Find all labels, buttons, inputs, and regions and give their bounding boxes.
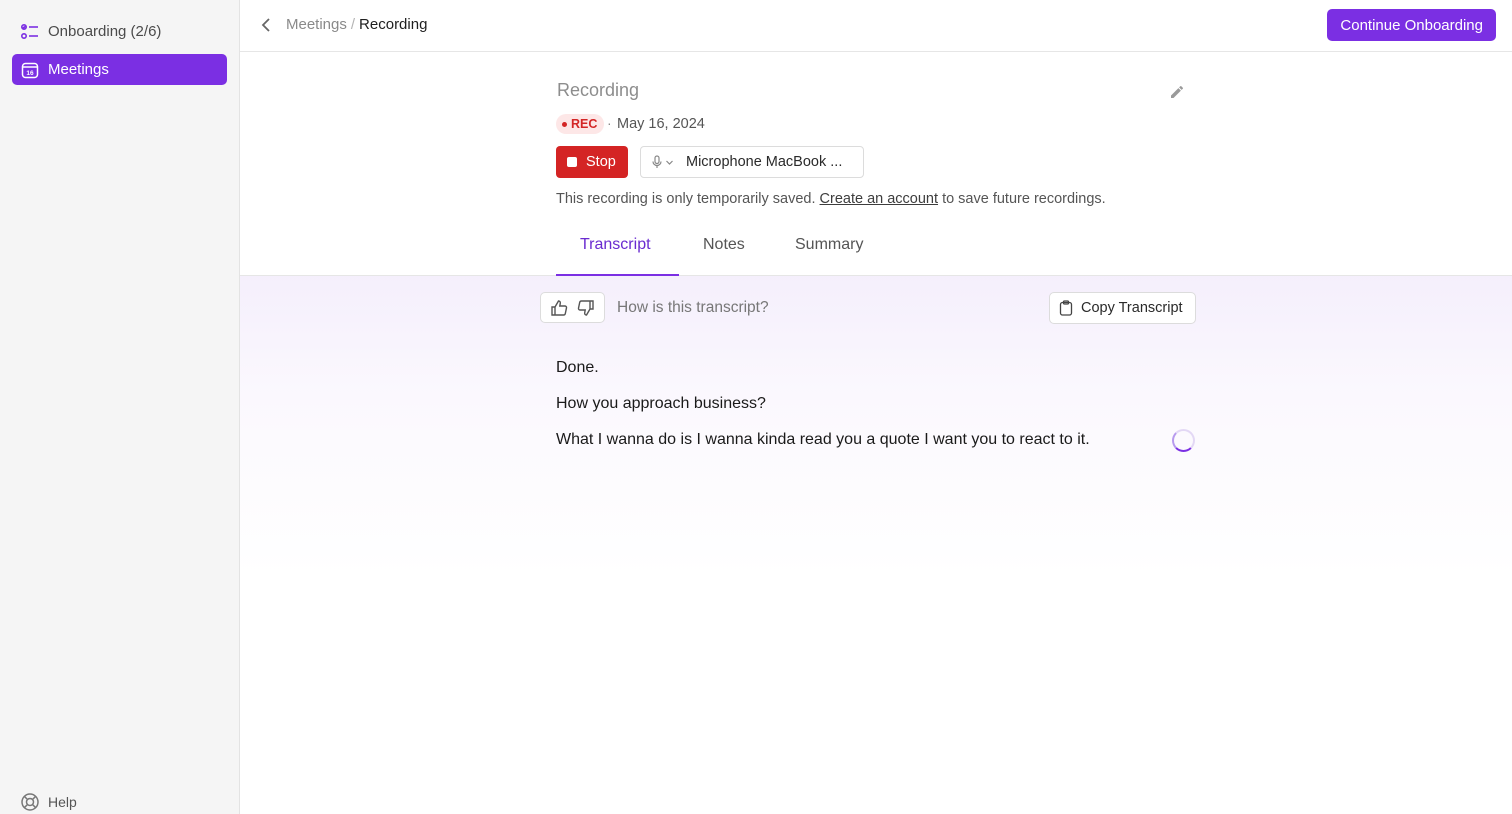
clipboard-icon	[1059, 300, 1073, 316]
recording-title[interactable]: Recording	[557, 80, 639, 101]
calendar-icon: 16	[20, 60, 40, 80]
tab-transcript[interactable]: Transcript	[580, 236, 651, 254]
continue-onboarding-button[interactable]: Continue Onboarding	[1327, 9, 1496, 41]
breadcrumb-current: Recording	[359, 16, 428, 33]
transcript-line: How you approach business?	[556, 395, 766, 412]
calendar-day: 16	[26, 70, 34, 77]
microphone-select-value: Microphone MacBook ...	[686, 154, 843, 170]
copy-transcript-button[interactable]: Copy Transcript	[1049, 292, 1196, 324]
rec-dot-icon	[562, 121, 567, 127]
loading-spinner-icon	[1172, 429, 1195, 452]
transcript-line: Done.	[556, 359, 599, 376]
stop-button[interactable]: Stop	[556, 146, 628, 178]
tab-notes[interactable]: Notes	[703, 236, 745, 254]
lifebuoy-icon	[20, 792, 40, 812]
transcript-background	[240, 276, 1512, 576]
rec-badge-label: REC	[571, 117, 598, 131]
copy-transcript-label: Copy Transcript	[1081, 300, 1183, 316]
notice-suffix: to save future recordings.	[942, 191, 1106, 207]
sidebar-item-label: Onboarding (2/6)	[48, 23, 162, 40]
feedback-buttons	[540, 292, 605, 323]
sidebar-item-onboarding[interactable]: Onboarding (2/6)	[12, 16, 227, 47]
checklist-icon	[20, 22, 40, 42]
chevron-left-icon	[261, 18, 270, 32]
microphone-icon	[652, 155, 662, 168]
sidebar: Onboarding (2/6) 16 Meetings Help	[0, 0, 240, 814]
rec-badge: REC	[556, 114, 605, 134]
breadcrumb-separator: /	[350, 16, 356, 33]
help-link[interactable]: Help	[20, 792, 77, 812]
feedback-question: How is this transcript?	[617, 299, 769, 316]
help-label: Help	[48, 794, 77, 810]
thumbs-down-icon	[578, 299, 594, 316]
temporary-save-notice: This recording is only temporarily saved…	[556, 191, 1106, 207]
microphone-select[interactable]: Microphone MacBook ...	[640, 146, 864, 178]
breadcrumb: Meetings / Recording	[286, 16, 427, 33]
back-button[interactable]	[256, 14, 276, 36]
sidebar-item-meetings[interactable]: 16 Meetings	[12, 54, 227, 85]
top-bar: Meetings / Recording Continue Onboarding	[240, 0, 1512, 52]
pencil-icon[interactable]	[1169, 82, 1187, 100]
thumbs-up-button[interactable]	[548, 297, 570, 319]
stop-label: Stop	[586, 154, 616, 170]
chevron-down-icon	[666, 160, 673, 165]
transcript-line: What I wanna do is I wanna kinda read yo…	[556, 431, 1090, 448]
meta-separator: ·	[607, 115, 612, 131]
breadcrumb-meetings[interactable]: Meetings	[286, 16, 347, 33]
stop-icon	[567, 157, 577, 167]
sidebar-item-label: Meetings	[48, 61, 109, 78]
thumbs-down-button[interactable]	[575, 297, 597, 319]
tab-summary[interactable]: Summary	[795, 236, 863, 254]
recording-date: May 16, 2024	[617, 116, 705, 132]
thumbs-up-icon	[551, 299, 567, 316]
notice-prefix: This recording is only temporarily saved…	[556, 191, 816, 207]
create-account-link[interactable]: Create an account	[820, 191, 939, 207]
